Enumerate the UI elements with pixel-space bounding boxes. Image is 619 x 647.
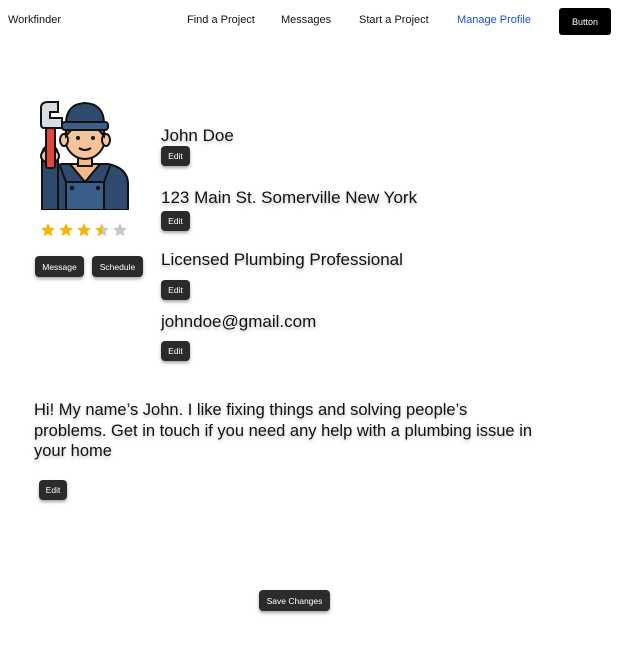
- star-icon: [95, 223, 109, 237]
- save-changes-button[interactable]: Save Changes: [259, 590, 330, 611]
- edit-title-button[interactable]: Edit: [161, 280, 190, 300]
- edit-address-button[interactable]: Edit: [161, 211, 190, 231]
- edit-email-button[interactable]: Edit: [161, 341, 190, 361]
- star-icon: [113, 223, 127, 237]
- manage-profile-page: Workfinder Find a Project Messages Start…: [0, 0, 619, 647]
- nav-find-project[interactable]: Find a Project: [187, 14, 255, 26]
- profile-email: johndoe@gmail.com: [161, 312, 317, 331]
- header-button[interactable]: Button: [559, 8, 611, 35]
- rating-stars: [40, 222, 128, 238]
- profile-bio: Hi! My name’s John. I like fixing things…: [34, 401, 533, 460]
- nav-start-project[interactable]: Start a Project: [359, 14, 429, 26]
- schedule-button[interactable]: Schedule: [92, 256, 143, 277]
- nav-messages[interactable]: Messages: [281, 14, 331, 26]
- profile-title: Licensed Plumbing Professional: [161, 250, 403, 269]
- star-icon: [59, 223, 73, 237]
- nav-manage-profile[interactable]: Manage Profile: [457, 14, 531, 26]
- star-icon: [77, 223, 91, 237]
- star-icon: [41, 223, 55, 237]
- edit-bio-button[interactable]: Edit: [39, 480, 67, 500]
- plumber-avatar-icon: [40, 101, 129, 210]
- profile-address: 123 Main St. Somerville New York: [161, 188, 418, 207]
- edit-name-button[interactable]: Edit: [161, 146, 190, 166]
- profile-name: John Doe: [161, 126, 234, 145]
- message-button[interactable]: Message: [35, 256, 84, 277]
- brand-logo[interactable]: Workfinder: [8, 14, 61, 26]
